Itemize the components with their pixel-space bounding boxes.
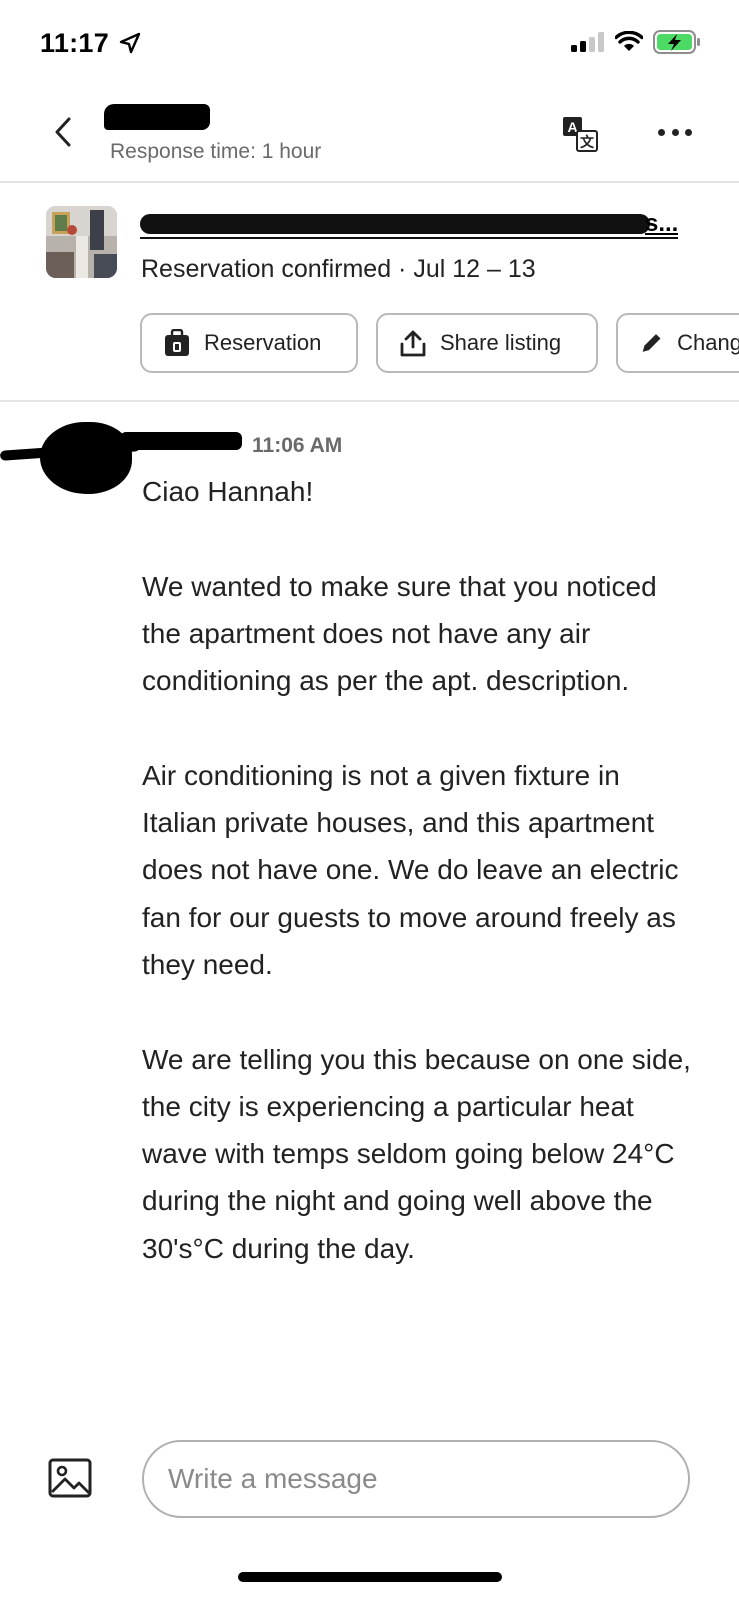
response-time: Response time: 1 hour	[110, 140, 322, 163]
status-time-text: 11:17	[40, 28, 110, 58]
pencil-icon	[642, 334, 661, 352]
status-time: 11:17	[40, 28, 141, 59]
sender-name-redacted	[120, 432, 242, 450]
more-dots-icon	[658, 128, 665, 136]
message-paragraph: We wanted to make sure that you noticed …	[142, 570, 657, 697]
message-body: Ciao Hannah! We wanted to make sure that…	[142, 468, 694, 1319]
home-indicator[interactable]	[238, 1572, 502, 1582]
change-label: Chang	[677, 330, 739, 355]
listing-actions: Reservation Share listing Chang	[140, 313, 739, 373]
host-name-redacted	[104, 104, 210, 130]
more-options-button[interactable]	[658, 120, 692, 144]
translate-button[interactable]: A 文	[562, 116, 598, 152]
listing-photo	[46, 206, 117, 278]
avatar[interactable]	[40, 422, 132, 494]
message-paragraph: Ciao Hannah!	[142, 476, 314, 507]
listing-title-redacted	[140, 214, 650, 234]
reservation-label: Reservation	[204, 330, 322, 355]
chevron-left-icon	[55, 117, 71, 147]
svg-text:文: 文	[580, 134, 595, 151]
suitcase-icon	[165, 329, 189, 356]
listing-title-suffix: s...	[645, 210, 678, 237]
scroll-fade	[0, 1380, 739, 1414]
listing-title[interactable]: s...	[140, 210, 678, 240]
translate-icon: A 文	[563, 117, 598, 152]
share-listing-label: Share listing	[440, 330, 562, 355]
wifi-icon	[615, 31, 643, 51]
image-icon	[48, 1458, 92, 1498]
cellular-signal-icon	[571, 32, 604, 52]
change-reservation-button[interactable]: Chang	[616, 313, 739, 373]
listing-divider	[0, 400, 739, 402]
message-paragraph: Air conditioning is not a given fixture …	[142, 759, 679, 980]
share-icon	[400, 330, 426, 357]
header-divider	[0, 181, 739, 183]
message-time: 11:06 AM	[252, 434, 343, 457]
message-paragraph: We are telling you this because on one s…	[142, 1043, 691, 1264]
location-arrow-icon	[119, 32, 141, 54]
message-input[interactable]	[142, 1440, 690, 1518]
attach-image-button[interactable]	[48, 1458, 92, 1498]
back-button[interactable]	[46, 112, 80, 152]
listing-thumbnail[interactable]	[46, 206, 117, 278]
reservation-button[interactable]: Reservation	[140, 313, 358, 373]
share-listing-button[interactable]: Share listing	[376, 313, 598, 373]
battery-charging-icon	[653, 30, 700, 54]
reservation-status: Reservation confirmed · Jul 12 – 13	[141, 255, 536, 283]
status-icons	[571, 30, 701, 54]
